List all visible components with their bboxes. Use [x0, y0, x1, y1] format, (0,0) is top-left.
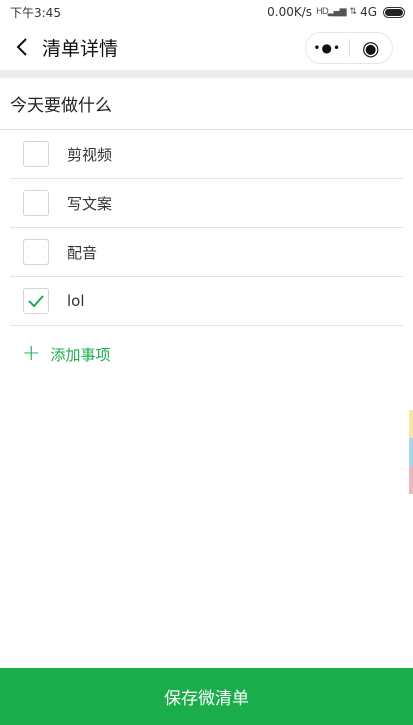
- item-label: 写文案: [67, 194, 113, 213]
- item-checkbox[interactable]: [23, 239, 49, 265]
- edge-mark-yellow: [409, 410, 413, 438]
- signal-icon: HD▂▄▆: [316, 7, 346, 17]
- section-divider: [0, 70, 413, 78]
- edge-mark-blue: [409, 438, 413, 466]
- network-speed: 0.00K/s: [267, 5, 313, 19]
- status-time: 下午3:45: [10, 5, 61, 20]
- item-checkbox[interactable]: [23, 141, 49, 167]
- more-dots-icon: •●•: [313, 41, 342, 55]
- plus-icon: +: [22, 341, 41, 366]
- signal-label: HD: [316, 7, 329, 17]
- edge-mark-pink: [409, 466, 413, 494]
- add-item-label: 添加事项: [50, 345, 111, 364]
- page-title: 清单详情: [42, 37, 119, 60]
- todo-item[interactable]: 配音: [10, 228, 403, 277]
- close-miniprogram-button[interactable]: ◉: [350, 33, 393, 63]
- item-label: 剪视频: [67, 145, 113, 164]
- item-checkbox[interactable]: [23, 190, 49, 216]
- todo-item[interactable]: lol: [10, 277, 403, 326]
- target-icon: ◉: [362, 36, 380, 60]
- item-label: 配音: [67, 243, 98, 262]
- list-title: 今天要做什么: [0, 78, 413, 130]
- item-label: lol: [67, 292, 85, 310]
- nav-bar: 清单详情 •●• ◉: [0, 24, 413, 70]
- network-type: 4G: [360, 5, 377, 19]
- back-arrow-icon[interactable]: [2, 24, 42, 70]
- data-transfer-icon: ⇅: [349, 7, 357, 17]
- todo-item[interactable]: 剪视频: [10, 130, 403, 179]
- battery-icon: [383, 6, 405, 18]
- check-icon: [28, 295, 44, 307]
- status-bar: 下午3:45 0.00K/s HD▂▄▆ ⇅ 4G: [0, 0, 413, 24]
- todo-list: 剪视频 写文案 配音 lol: [10, 130, 403, 326]
- save-button[interactable]: 保存微清单: [0, 668, 413, 725]
- todo-item[interactable]: 写文案: [10, 179, 403, 228]
- mini-program-capsule: •●• ◉: [305, 32, 393, 64]
- status-icons: 0.00K/s HD▂▄▆ ⇅ 4G: [267, 5, 405, 19]
- add-item-button[interactable]: + 添加事项: [22, 340, 110, 368]
- edge-color-marks: [409, 410, 413, 494]
- more-button[interactable]: •●•: [306, 33, 349, 63]
- item-checkbox-checked[interactable]: [23, 288, 49, 314]
